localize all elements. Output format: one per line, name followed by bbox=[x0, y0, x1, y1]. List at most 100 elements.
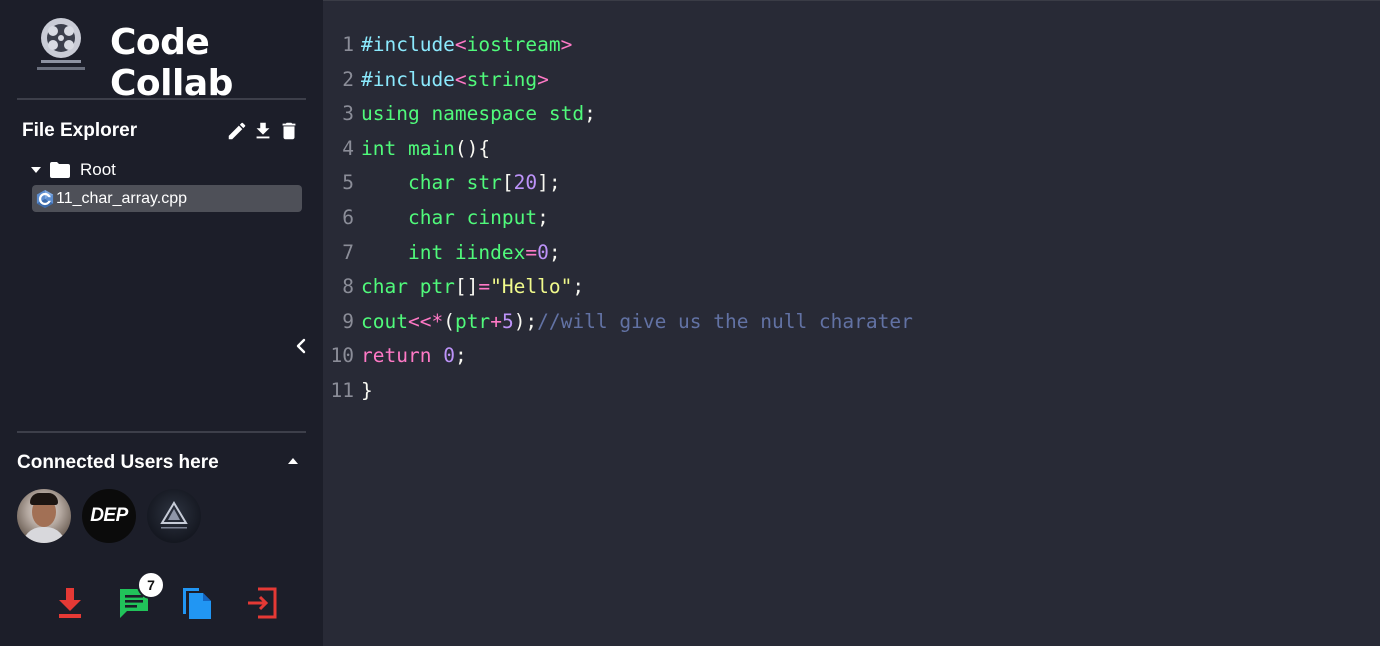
code-token: <<* bbox=[407, 309, 444, 333]
code-text: int main(){ bbox=[361, 132, 490, 167]
code-line[interactable]: 1 #include<iostream> bbox=[323, 28, 913, 63]
code-token: < bbox=[454, 67, 467, 91]
code-token: ); bbox=[513, 309, 538, 333]
code-token: 5 bbox=[501, 309, 514, 333]
code-token: using namespace std bbox=[361, 102, 585, 126]
avatar-text: DEP bbox=[90, 505, 128, 526]
line-number: 1 bbox=[342, 33, 354, 56]
trash-icon[interactable] bbox=[278, 120, 300, 142]
code-token: + bbox=[490, 309, 502, 333]
code-line[interactable]: 5 char str[20]; bbox=[323, 166, 913, 201]
code-token: iostream bbox=[466, 33, 561, 56]
avatar[interactable] bbox=[17, 489, 71, 543]
code-line[interactable]: 2 #include<string> bbox=[323, 63, 913, 98]
code-token: #include bbox=[361, 67, 455, 91]
code-text: using namespace std; bbox=[361, 97, 596, 132]
line-number: 8 bbox=[342, 275, 354, 299]
tree-root-folder[interactable]: Root bbox=[30, 160, 116, 180]
avatar[interactable]: DEP bbox=[82, 489, 136, 543]
folder-icon bbox=[50, 162, 70, 178]
code-token: char ptr bbox=[361, 275, 455, 299]
app-title: Code Collab bbox=[110, 22, 233, 104]
code-token: string bbox=[466, 67, 538, 91]
code-text: #include<iostream> bbox=[361, 28, 572, 63]
app-logo bbox=[33, 14, 89, 76]
code-token: ; bbox=[572, 275, 585, 299]
code-text: char str[20]; bbox=[361, 166, 561, 201]
divider bbox=[17, 98, 306, 100]
code-line[interactable]: 9 cout<<*(ptr+5);//will give us the null … bbox=[323, 305, 913, 340]
cpp-icon bbox=[36, 189, 54, 208]
download-icon[interactable] bbox=[56, 586, 84, 625]
code-token: < bbox=[454, 33, 467, 56]
file-item[interactable]: 11_char_array.cpp bbox=[32, 185, 302, 212]
caret-up-icon[interactable] bbox=[287, 457, 299, 465]
code-token: > bbox=[537, 67, 549, 91]
code-text: #include<string> bbox=[361, 63, 549, 98]
code-token: ; bbox=[454, 344, 467, 368]
code-text: cout<<*(ptr+5);//will give us the null c… bbox=[361, 305, 913, 340]
code-token: = bbox=[478, 275, 491, 299]
code-token: } bbox=[361, 378, 373, 402]
connected-users-list: DEP bbox=[17, 489, 201, 543]
code-token: ; bbox=[584, 102, 596, 126]
chat-badge: 7 bbox=[137, 571, 165, 599]
code-token: cout bbox=[361, 309, 408, 333]
code-text: } bbox=[361, 374, 373, 409]
triangle-logo-icon bbox=[160, 501, 188, 529]
code-token: > bbox=[560, 33, 573, 56]
code-line[interactable]: 10 return 0; bbox=[323, 339, 913, 374]
caret-down-icon bbox=[31, 167, 41, 173]
code-text: return 0; bbox=[361, 339, 467, 374]
code-text: int iindex=0; bbox=[361, 236, 561, 271]
avatar[interactable] bbox=[147, 489, 201, 543]
line-number: 9 bbox=[342, 309, 354, 333]
file-explorer-title: File Explorer bbox=[22, 120, 138, 141]
code-line[interactable]: 11} bbox=[323, 374, 913, 409]
exit-icon[interactable] bbox=[246, 586, 278, 625]
divider bbox=[17, 431, 306, 433]
code-line[interactable]: 4 int main(){ bbox=[323, 132, 913, 167]
code-token: 0 bbox=[443, 344, 455, 368]
line-number: 6 bbox=[342, 205, 354, 229]
line-number: 3 bbox=[342, 102, 354, 126]
line-number: 10 bbox=[330, 344, 354, 368]
line-number: 4 bbox=[342, 136, 354, 160]
code-token: [] bbox=[454, 275, 479, 299]
file-explorer-toolbar bbox=[226, 120, 300, 142]
code-token: [ bbox=[501, 171, 514, 195]
tree-root-label: Root bbox=[80, 160, 116, 179]
code-token: int main bbox=[361, 136, 455, 160]
code-token: = bbox=[525, 240, 538, 264]
code-token: ; bbox=[548, 240, 561, 264]
sidebar: Code Collab File Explorer Root 11_char_a… bbox=[0, 0, 323, 646]
line-number: 2 bbox=[342, 67, 354, 91]
code-token: char str bbox=[361, 171, 502, 195]
line-number: 7 bbox=[342, 240, 354, 264]
code-text: char ptr[]="Hello"; bbox=[361, 270, 584, 305]
code-lines: 1 #include<iostream> 2 #include<string> 3 usi… bbox=[323, 28, 913, 409]
code-token: return bbox=[361, 344, 444, 368]
code-token: #include bbox=[361, 33, 455, 56]
code-token: int iindex bbox=[361, 240, 526, 264]
copy-icon[interactable] bbox=[181, 586, 213, 625]
code-line[interactable]: 7 int iindex=0; bbox=[323, 236, 913, 271]
code-line[interactable]: 3 using namespace std; bbox=[323, 97, 913, 132]
edit-icon[interactable] bbox=[226, 120, 248, 142]
code-token: ptr bbox=[454, 309, 491, 333]
code-text: char cinput; bbox=[361, 201, 549, 236]
connected-users-title: Connected Users here bbox=[17, 452, 219, 473]
code-editor[interactable]: 1 #include<iostream> 2 #include<string> 3 usi… bbox=[323, 0, 1380, 646]
code-token: ; bbox=[537, 205, 549, 229]
code-line[interactable]: 6 char cinput; bbox=[323, 201, 913, 236]
line-number: 5 bbox=[342, 171, 354, 195]
code-token: ]; bbox=[537, 171, 561, 195]
code-line[interactable]: 8 char ptr[]="Hello"; bbox=[323, 270, 913, 305]
collapse-sidebar-icon[interactable] bbox=[293, 337, 309, 355]
download-icon[interactable] bbox=[252, 120, 274, 142]
line-number: 11 bbox=[330, 378, 354, 402]
code-token: 20 bbox=[513, 171, 538, 195]
file-name: 11_char_array.cpp bbox=[56, 189, 188, 207]
code-token: char cinput bbox=[361, 205, 538, 229]
code-token: (){ bbox=[454, 136, 491, 160]
